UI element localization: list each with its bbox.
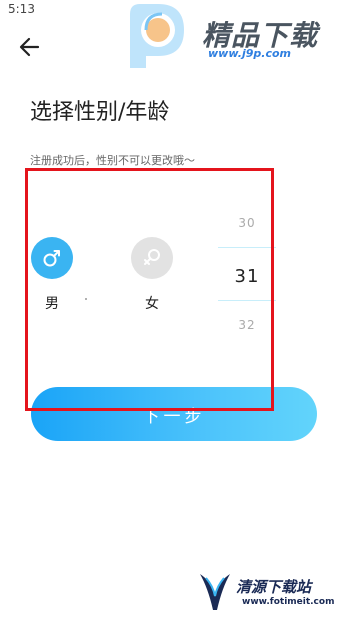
watermark-p-logo-icon (130, 4, 184, 68)
page-hint: 注册成功后，性别不可以更改哦～ (30, 154, 195, 167)
age-option-next[interactable]: 32 (218, 318, 276, 332)
watermark-wing-icon (200, 574, 230, 610)
back-arrow-icon (19, 37, 40, 57)
female-symbol-icon (144, 249, 160, 265)
watermark-url: www.j9p.com (208, 47, 291, 60)
gender-option-male[interactable]: 男 (30, 237, 74, 313)
watermark-bottom-title: 清源下载站 (236, 578, 312, 596)
male-symbol-icon (43, 250, 60, 267)
female-avatar-circle[interactable] (131, 237, 173, 279)
age-divider-top (218, 247, 276, 248)
male-avatar-circle[interactable] (31, 237, 73, 279)
watermark-bottom-url: www.fotimeit.com (242, 597, 335, 607)
gender-option-female[interactable]: 女 (130, 237, 174, 313)
male-label: 男 (45, 296, 59, 312)
age-picker[interactable]: 30 31 32 (218, 210, 276, 350)
next-step-button[interactable]: 下一步 (31, 387, 317, 441)
age-divider-bottom (218, 300, 276, 301)
age-option-selected[interactable]: 31 (218, 266, 276, 287)
watermark-logo-bottom: 清源下载站 www.fotimeit.com (196, 570, 341, 616)
female-label: 女 (145, 296, 159, 312)
page-title: 选择性别/年龄 (30, 100, 170, 125)
back-button[interactable] (16, 34, 44, 60)
watermark-logo-top: 精品下载 www.j9p.com (120, 0, 330, 70)
status-time: 5:13 (8, 2, 35, 16)
age-option-prev[interactable]: 30 (218, 216, 276, 230)
separator-dot (85, 298, 87, 300)
